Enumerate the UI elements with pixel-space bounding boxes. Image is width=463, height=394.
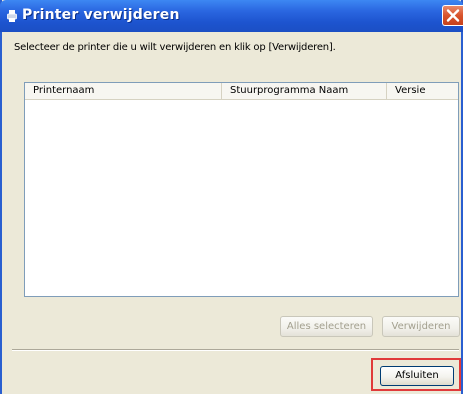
printer-list[interactable]: Printernaam Stuurprogramma Naam Versie — [24, 82, 459, 297]
list-header: Printernaam Stuurprogramma Naam Versie — [25, 83, 458, 100]
column-header-driver-name[interactable]: Stuurprogramma Naam — [222, 83, 387, 99]
title-bar[interactable]: Printer verwijderen — [0, 0, 463, 32]
window-close-button[interactable] — [442, 5, 463, 26]
instruction-text: Selecteer de printer die u wilt verwijde… — [14, 42, 336, 53]
column-header-version[interactable]: Versie — [387, 83, 460, 99]
close-icon — [446, 9, 460, 22]
select-all-button[interactable]: Alles selecteren — [280, 316, 373, 337]
separator — [12, 349, 459, 351]
close-button[interactable]: Afsluiten — [380, 366, 454, 386]
remove-button[interactable]: Verwijderen — [382, 316, 460, 337]
window-title: Printer verwijderen — [22, 7, 180, 23]
printer-icon — [7, 10, 17, 22]
printer-remove-dialog: Printer verwijderen Selecteer de printer… — [0, 0, 463, 394]
column-header-printer-name[interactable]: Printernaam — [25, 83, 222, 99]
